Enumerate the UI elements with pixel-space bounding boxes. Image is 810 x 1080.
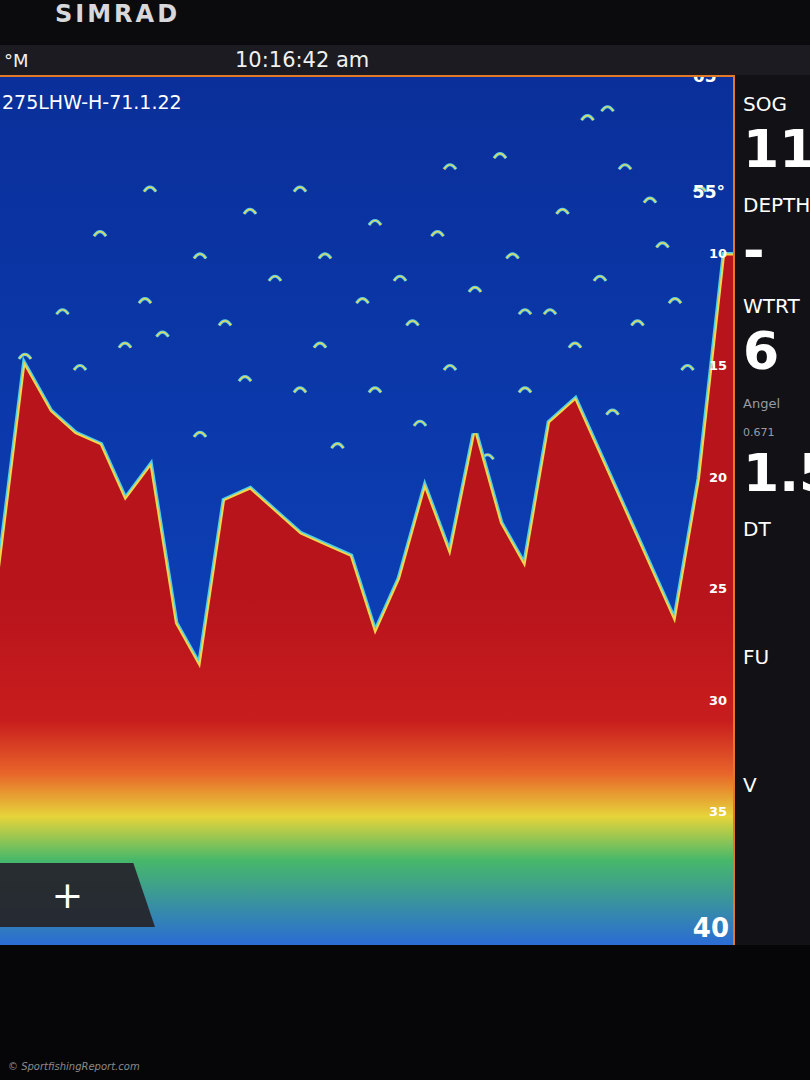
fish-arch	[332, 444, 344, 449]
depth-tick: 20	[709, 469, 727, 484]
data-label: WTRT	[743, 295, 810, 317]
fish-arch	[244, 209, 256, 214]
fish-arch	[294, 388, 306, 393]
fish-arch	[144, 187, 156, 192]
bottom-bezel: © SportfishingReport.com	[0, 945, 810, 1080]
data-value: 11	[743, 121, 810, 178]
data-value: 1.5	[743, 445, 810, 502]
fish-arch	[407, 321, 419, 326]
fish-arch	[444, 366, 456, 371]
fish-arch	[432, 232, 444, 237]
range-label: 40	[693, 913, 729, 943]
status-bar: °M10:16:42 am	[0, 45, 810, 75]
fish-arch	[294, 187, 306, 192]
fish-arch	[444, 165, 456, 170]
depth-tick: 30	[709, 692, 727, 707]
data-label: SOG	[743, 93, 810, 115]
data-label: DT	[743, 518, 810, 540]
fish-arch	[469, 287, 481, 292]
fish-arch	[494, 154, 506, 159]
fish-arch	[239, 377, 251, 382]
sonar-pane[interactable]: 275LHW-H-71.1.22 65° 55° 10 15 20 25 30 35 40 +	[0, 75, 735, 945]
fish-arch	[219, 321, 231, 326]
fish-arch	[139, 299, 151, 304]
fish-arch	[594, 276, 606, 281]
fish-arch	[74, 366, 86, 371]
fish-arch	[544, 310, 556, 315]
screen-row: 275LHW-H-71.1.22 65° 55° 10 15 20 25 30 35 40 + SOG…	[0, 75, 810, 945]
fish-arch	[157, 332, 169, 337]
fish-arch	[644, 198, 656, 203]
watermark: © SportfishingReport.com	[8, 1061, 140, 1072]
fish-arch	[369, 388, 381, 393]
fish-arch	[314, 343, 326, 348]
fish-arch	[602, 107, 614, 112]
temperature-label: 65°	[693, 75, 725, 86]
source-label: 275LHW-H-71.1.22	[2, 91, 182, 113]
fish-arch	[19, 354, 31, 359]
fish-arch	[357, 299, 369, 304]
fish-arch	[669, 299, 681, 304]
temperature-label: 55°	[693, 182, 725, 202]
fish-arch	[507, 254, 519, 259]
fish-arch	[369, 221, 381, 226]
fish-arch	[557, 209, 569, 214]
bezel: SIMRAD	[0, 0, 810, 45]
fish-arch	[682, 366, 694, 371]
data-label: 0.671	[743, 427, 810, 439]
depth-tick: 15	[709, 358, 727, 373]
fish-arch	[94, 232, 106, 237]
fish-arch	[319, 254, 331, 259]
fish-arch	[519, 310, 531, 315]
zoom-button[interactable]: +	[0, 863, 155, 927]
fish-arch	[194, 254, 206, 259]
depth-tick: 35	[709, 804, 727, 819]
fish-arch	[619, 165, 631, 170]
fish-arch	[657, 243, 669, 248]
data-value: 6	[743, 323, 810, 380]
brand-logo: SIMRAD	[55, 0, 180, 26]
unit-label: °M	[0, 50, 235, 71]
depth-tick: 10	[709, 246, 727, 261]
fish-arch	[582, 116, 594, 121]
fish-arch	[269, 276, 281, 281]
data-panel: SOG 11 DEPTH - WTRT 6 Angel 0.671 1.5 DT FU V	[735, 75, 810, 945]
fish-arch	[119, 343, 131, 348]
sonar-chart	[0, 77, 735, 945]
clock: 10:16:42 am	[235, 48, 810, 72]
bottom-return	[0, 256, 735, 946]
data-label: FU	[743, 646, 810, 668]
fishfinder-screen: SIMRAD °M10:16:42 am 275LHW-H-71.1.22 65° 55…	[0, 0, 810, 1080]
fish-arch	[519, 388, 531, 393]
fish-arch	[607, 410, 619, 415]
fish-arch	[394, 276, 406, 281]
water-column	[0, 77, 735, 945]
depth-tick: 25	[709, 581, 727, 596]
data-value: -	[743, 222, 810, 279]
data-label: V	[743, 774, 810, 796]
data-label: Angel	[743, 397, 810, 411]
fish-arch	[57, 310, 69, 315]
fish-arch	[194, 432, 206, 437]
data-label: DEPTH	[743, 194, 810, 216]
fish-arch	[632, 321, 644, 326]
fish-arch	[569, 343, 581, 348]
fish-arch	[414, 421, 426, 426]
